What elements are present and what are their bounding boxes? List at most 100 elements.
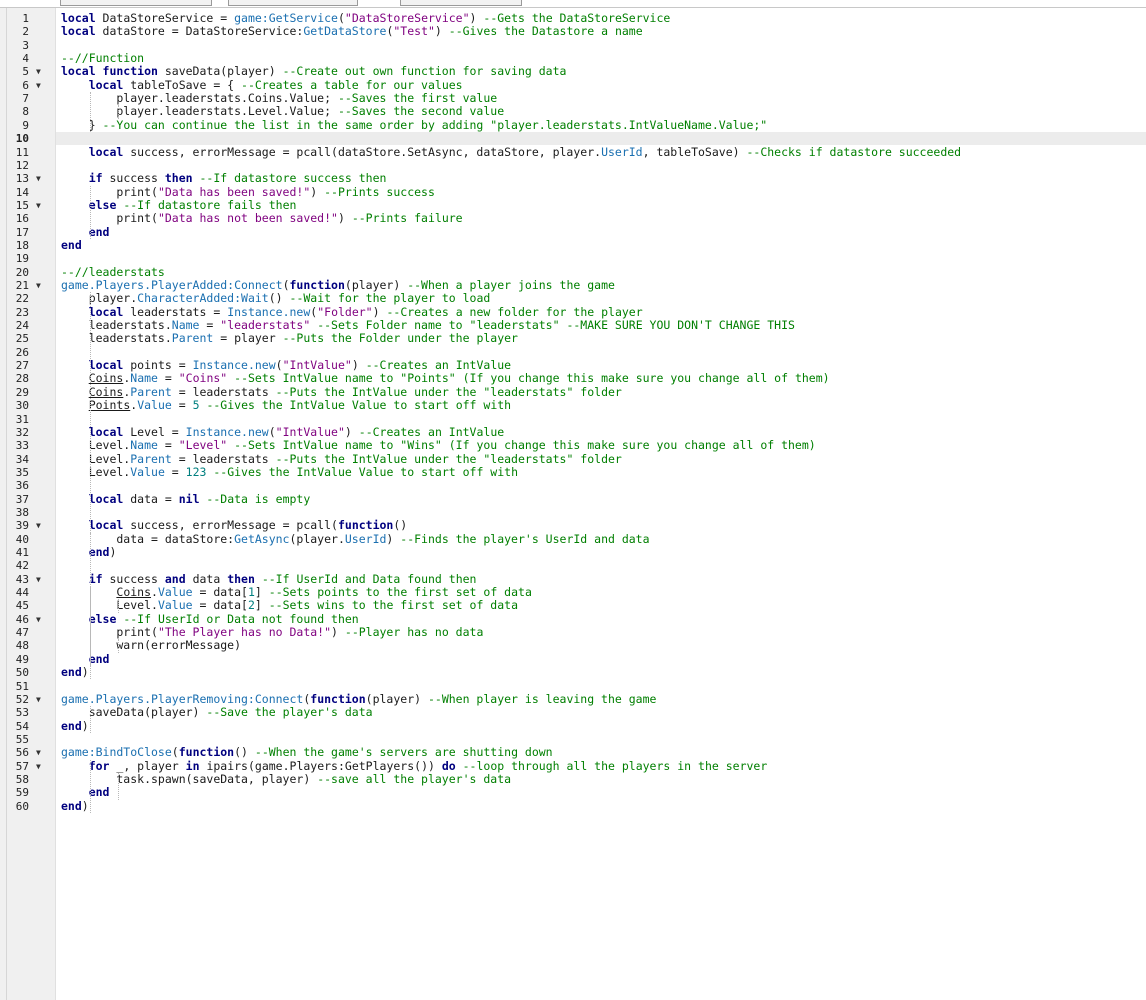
code-line[interactable]: else --If datastore fails then <box>56 199 1146 212</box>
code-token <box>61 425 89 439</box>
code-line[interactable]: player.leaderstats.Coins.Value; --Saves … <box>56 92 1146 105</box>
code-line[interactable]: local DataStoreService = game:GetService… <box>56 12 1146 25</box>
fold-arrow-icon[interactable]: ▼ <box>36 519 41 532</box>
code-line[interactable]: end) <box>56 666 1146 679</box>
code-area[interactable]: local DataStoreService = game:GetService… <box>56 8 1146 1000</box>
code-line[interactable] <box>56 680 1146 693</box>
code-line[interactable]: game.Players.PlayerAdded:Connect(functio… <box>56 279 1146 292</box>
code-line[interactable] <box>56 733 1146 746</box>
code-line[interactable]: local tableToSave = { --Creates a table … <box>56 79 1146 92</box>
code-line[interactable]: end) <box>56 720 1146 733</box>
code-line[interactable]: Points.Value = 5 --Gives the IntValue Va… <box>56 399 1146 412</box>
code-line[interactable] <box>56 559 1146 572</box>
code-line[interactable]: Coins.Value = data[1] --Sets points to t… <box>56 586 1146 599</box>
indent-guide <box>90 92 91 132</box>
code-line[interactable]: Level.Name = "Level" --Sets IntValue nam… <box>56 439 1146 452</box>
code-line[interactable] <box>56 252 1146 265</box>
code-token: --//leaderstats <box>61 265 165 279</box>
code-text: local tableToSave = { --Creates a table … <box>61 79 463 92</box>
code-line[interactable]: game:BindToClose(function() --When the g… <box>56 746 1146 759</box>
code-line[interactable]: if success then --If datastore success t… <box>56 172 1146 185</box>
line-number: 40 <box>7 533 29 546</box>
code-line[interactable]: end <box>56 653 1146 666</box>
code-line[interactable]: leaderstats.Name = "leaderstats" --Sets … <box>56 319 1146 332</box>
code-line[interactable]: saveData(player) --Save the player's dat… <box>56 706 1146 719</box>
code-line[interactable]: warn(errorMessage) <box>56 639 1146 652</box>
code-token: leaderstats. <box>61 318 172 332</box>
fold-arrow-icon[interactable]: ▼ <box>36 573 41 586</box>
left-scroll-strip[interactable] <box>0 8 7 1000</box>
fold-arrow-icon[interactable]: ▼ <box>36 172 41 185</box>
code-line[interactable]: end) <box>56 546 1146 559</box>
code-line[interactable]: local data = nil --Data is empty <box>56 493 1146 506</box>
code-line[interactable]: local function saveData(player) --Create… <box>56 65 1146 78</box>
code-line[interactable]: local points = Instance.new("IntValue") … <box>56 359 1146 372</box>
code-line[interactable] <box>56 132 1146 145</box>
line-number: 36 <box>7 479 29 492</box>
code-line[interactable]: local dataStore = DataStoreService:GetDa… <box>56 25 1146 38</box>
code-token: DataStoreService = <box>103 11 235 25</box>
code-line[interactable]: local Level = Instance.new("IntValue") -… <box>56 426 1146 439</box>
code-text: print("Data has not been saved!") --Prin… <box>61 212 463 225</box>
line-number: 38 <box>7 506 29 519</box>
code-line[interactable]: end) <box>56 800 1146 813</box>
code-line[interactable]: print("The Player has no Data!") --Playe… <box>56 626 1146 639</box>
code-token: } <box>61 118 103 132</box>
code-line[interactable]: if success and data then --If UserId and… <box>56 573 1146 586</box>
code-line[interactable]: Coins.Name = "Coins" --Sets IntValue nam… <box>56 372 1146 385</box>
code-token: CharacterAdded:Wait <box>137 291 269 305</box>
code-line[interactable]: --//leaderstats <box>56 266 1146 279</box>
code-line[interactable]: Level.Value = 123 --Gives the IntValue V… <box>56 466 1146 479</box>
code-line[interactable]: end <box>56 226 1146 239</box>
code-token: task.spawn(saveData, player) <box>61 772 317 786</box>
code-token: warn(errorMessage) <box>61 638 241 652</box>
code-line[interactable]: local success, errorMessage = pcall(data… <box>56 146 1146 159</box>
fold-arrow-icon[interactable]: ▼ <box>36 746 41 759</box>
code-line[interactable]: print("Data has been saved!") --Prints s… <box>56 186 1146 199</box>
line-number: 42 <box>7 559 29 572</box>
code-line[interactable]: local leaderstats = Instance.new("Folder… <box>56 306 1146 319</box>
code-line[interactable]: Level.Parent = leaderstats --Puts the In… <box>56 453 1146 466</box>
fold-arrow-icon[interactable]: ▼ <box>36 760 41 773</box>
fold-arrow-icon[interactable]: ▼ <box>36 693 41 706</box>
code-token: ) <box>82 719 89 733</box>
code-line[interactable] <box>56 159 1146 172</box>
code-line[interactable]: player.CharacterAdded:Wait() --Wait for … <box>56 292 1146 305</box>
code-line[interactable]: end <box>56 786 1146 799</box>
code-line[interactable]: for _, player in ipairs(game.Players:Get… <box>56 760 1146 773</box>
code-line[interactable]: player.leaderstats.Level.Value; --Saves … <box>56 105 1146 118</box>
fold-arrow-icon[interactable]: ▼ <box>36 65 41 78</box>
line-number: 44 <box>7 586 29 599</box>
code-line[interactable]: else --If UserId or Data not found then <box>56 613 1146 626</box>
code-line[interactable] <box>56 479 1146 492</box>
code-line[interactable]: } --You can continue the list in the sam… <box>56 119 1146 132</box>
code-line[interactable]: Level.Value = data[2] --Sets wins to the… <box>56 599 1146 612</box>
code-line[interactable]: task.spawn(saveData, player) --save all … <box>56 773 1146 786</box>
code-line[interactable]: end <box>56 239 1146 252</box>
code-line[interactable] <box>56 413 1146 426</box>
code-token: game.Players.PlayerAdded:Connect <box>61 278 283 292</box>
code-line[interactable]: leaderstats.Parent = player --Puts the F… <box>56 332 1146 345</box>
line-number: 29 <box>7 386 29 399</box>
code-token <box>61 78 89 92</box>
code-token: dataStore = DataStoreService: <box>103 24 304 38</box>
code-line[interactable]: data = dataStore:GetAsync(player.UserId)… <box>56 533 1146 546</box>
fold-arrow-icon[interactable]: ▼ <box>36 613 41 626</box>
code-token: Name <box>172 318 200 332</box>
code-line[interactable] <box>56 39 1146 52</box>
code-line[interactable]: --//Function <box>56 52 1146 65</box>
code-line[interactable] <box>56 506 1146 519</box>
editor-tab[interactable] <box>400 0 522 6</box>
code-line[interactable] <box>56 346 1146 359</box>
fold-arrow-icon[interactable]: ▼ <box>36 279 41 292</box>
editor-tab[interactable] <box>60 0 212 6</box>
fold-arrow-icon[interactable]: ▼ <box>36 79 41 92</box>
code-line[interactable]: print("Data has not been saved!") --Prin… <box>56 212 1146 225</box>
editor-tab[interactable] <box>228 0 358 6</box>
code-token: ) <box>386 532 400 546</box>
code-line[interactable]: game.Players.PlayerRemoving:Connect(func… <box>56 693 1146 706</box>
code-line[interactable]: local success, errorMessage = pcall(func… <box>56 519 1146 532</box>
code-line[interactable]: Coins.Parent = leaderstats --Puts the In… <box>56 386 1146 399</box>
fold-arrow-icon[interactable]: ▼ <box>36 199 41 212</box>
code-token: print( <box>61 211 158 225</box>
